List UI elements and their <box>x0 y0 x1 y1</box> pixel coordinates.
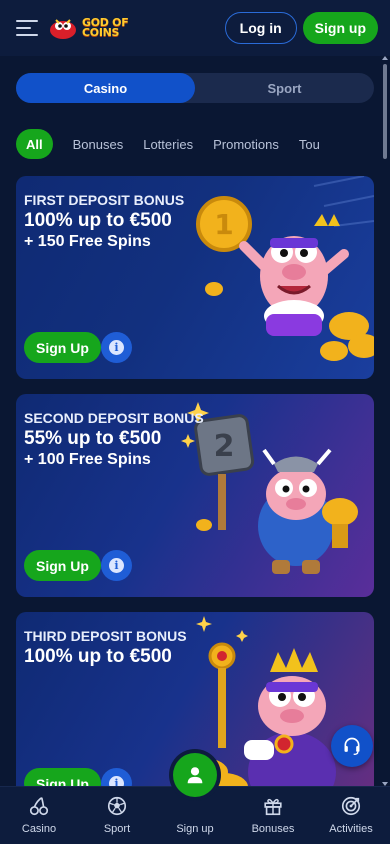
promo-amount: 100% up to €500 <box>24 646 172 667</box>
promo-filter-tabs: All Bonuses Lotteries Promotions Tou <box>16 129 330 159</box>
nav-activities[interactable]: Activities <box>312 795 390 835</box>
promo-card-first-deposit[interactable]: 1 FIRST DEPOSIT BONUS 100% up to €500 + … <box>16 176 374 379</box>
scroll-up-arrow-icon[interactable] <box>382 56 388 60</box>
filter-bonuses[interactable]: Bonuses <box>63 129 134 159</box>
nav-signup[interactable]: Sign up <box>156 753 234 835</box>
gift-icon <box>264 798 282 816</box>
logo-text-line2: COINS <box>82 26 120 39</box>
nav-label: Activities <box>329 823 373 835</box>
soccer-ball-icon <box>107 796 127 816</box>
promo-title: THIRD DEPOSIT BONUS <box>24 628 187 644</box>
casino-sport-switch: Casino Sport <box>16 73 374 103</box>
filter-promotions[interactable]: Promotions <box>203 129 289 159</box>
promo-card-second-deposit[interactable]: 2 SECOND DEPOSIT BONUS 55% up to €500 + … <box>16 394 374 597</box>
tab-sport[interactable]: Sport <box>195 73 374 103</box>
info-icon: i <box>109 340 124 355</box>
nav-bonuses[interactable]: Bonuses <box>234 795 312 835</box>
scrollbar[interactable] <box>382 56 388 786</box>
support-chat-button[interactable] <box>331 725 373 767</box>
svg-text:2: 2 <box>214 429 235 464</box>
header-signup-button[interactable]: Sign up <box>302 12 378 44</box>
user-icon <box>187 767 203 784</box>
headset-icon <box>344 737 360 755</box>
filter-tournaments[interactable]: Tou <box>289 129 330 159</box>
target-icon <box>341 796 361 816</box>
hamburger-menu-icon[interactable] <box>16 20 38 36</box>
info-icon: i <box>109 558 124 573</box>
bottom-navigation: Casino Sport Sign up Bonuses Activities <box>0 753 390 844</box>
promo-signup-button[interactable]: Sign Up <box>24 550 101 581</box>
promo-free-spins: + 100 Free Spins <box>24 451 151 468</box>
nav-label: Sign up <box>176 823 214 835</box>
signup-fab-button[interactable] <box>173 753 217 797</box>
promo-title: SECOND DEPOSIT BONUS <box>24 410 204 426</box>
promo-amount: 100% up to €500 <box>24 210 172 231</box>
nav-label: Casino <box>21 823 57 835</box>
scrollbar-thumb[interactable] <box>383 64 387 159</box>
promo-free-spins: + 150 Free Spins <box>24 233 151 250</box>
nav-label: Bonuses <box>251 823 295 835</box>
svg-text:1: 1 <box>214 208 233 241</box>
login-button[interactable]: Log in <box>224 12 297 44</box>
filter-lotteries[interactable]: Lotteries <box>133 129 203 159</box>
nav-sport[interactable]: Sport <box>78 795 156 835</box>
promo-title: FIRST DEPOSIT BONUS <box>24 192 185 208</box>
promo-amount: 55% up to €500 <box>24 428 162 449</box>
filter-all[interactable]: All <box>16 129 53 159</box>
app-header: GOD OF COINS Log in Sign up <box>0 0 390 56</box>
promo-signup-button[interactable]: Sign Up <box>24 332 101 363</box>
logo-mascot-icon <box>48 16 78 40</box>
nav-casino[interactable]: Casino <box>0 795 78 835</box>
promo-info-button[interactable]: i <box>101 550 132 581</box>
promo-info-button[interactable]: i <box>101 332 132 363</box>
nav-label: Sport <box>103 823 131 835</box>
cherries-icon <box>29 797 49 816</box>
tab-casino[interactable]: Casino <box>16 73 195 103</box>
logo[interactable]: GOD OF COINS <box>48 16 129 40</box>
